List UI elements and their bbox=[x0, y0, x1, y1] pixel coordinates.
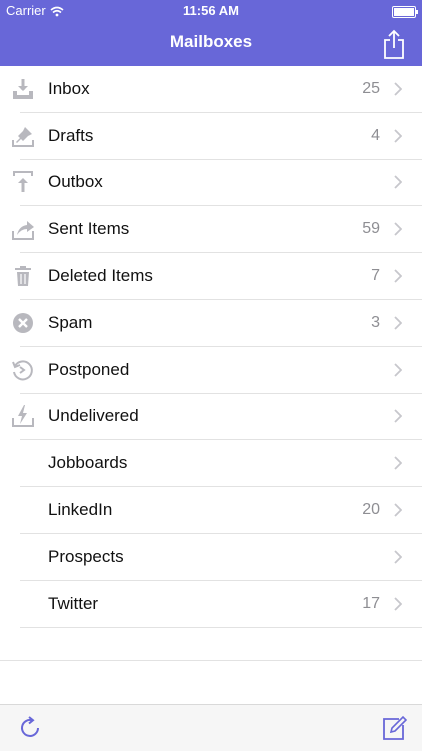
unread-count: 7 bbox=[371, 267, 380, 285]
mailbox-list: Inbox 25 Drafts 4 Outbox Sent Items 59 Deleted … bbox=[0, 66, 422, 628]
mailbox-row-outbox[interactable]: Outbox bbox=[13, 160, 422, 207]
unread-count: 17 bbox=[362, 594, 380, 612]
postponed-clock-icon bbox=[10, 357, 36, 383]
mailbox-row-inbox[interactable]: Inbox 25 bbox=[13, 66, 422, 113]
unread-count: 3 bbox=[371, 313, 380, 331]
chevron-right-icon bbox=[394, 129, 402, 143]
mailbox-label: LinkedIn bbox=[48, 500, 113, 520]
bottom-toolbar bbox=[0, 704, 422, 751]
chevron-right-icon bbox=[394, 409, 402, 424]
chevron-right-icon bbox=[394, 222, 402, 236]
mailbox-label: Postponed bbox=[48, 359, 130, 379]
mailbox-row-drafts[interactable]: Drafts 4 bbox=[12, 113, 422, 160]
mailbox-row-sent-items[interactable]: Sent Items 59 bbox=[12, 206, 422, 254]
inbox-download-icon bbox=[10, 76, 36, 102]
sent-arrow-icon bbox=[10, 216, 36, 242]
mailbox-label: Undelivered bbox=[48, 406, 139, 426]
chevron-right-icon bbox=[394, 550, 402, 564]
mailbox-label: Outbox bbox=[48, 172, 103, 192]
mailbox-row-jobboards[interactable]: Jobboards bbox=[20, 440, 422, 488]
chevron-right-icon bbox=[394, 503, 402, 517]
mailbox-label: Spam bbox=[48, 312, 93, 332]
mailbox-label: Inbox bbox=[48, 78, 90, 98]
unread-count: 59 bbox=[362, 220, 380, 238]
chevron-right-icon bbox=[394, 363, 402, 377]
mailbox-label: Jobboards bbox=[48, 453, 128, 473]
chevron-right-icon bbox=[394, 82, 402, 96]
undelivered-bolt-icon bbox=[10, 403, 36, 429]
spam-x-icon bbox=[10, 310, 36, 336]
mailbox-row-undelivered[interactable]: Undelivered bbox=[12, 394, 422, 441]
outbox-upload-icon bbox=[10, 169, 36, 195]
mailbox-label: Twitter bbox=[48, 593, 99, 613]
chevron-right-icon bbox=[394, 316, 402, 330]
chevron-right-icon bbox=[394, 269, 402, 283]
compose-icon[interactable] bbox=[381, 715, 407, 741]
trash-icon bbox=[10, 263, 36, 289]
chevron-right-icon bbox=[394, 597, 402, 611]
mailbox-row-linkedin[interactable]: LinkedIn 20 bbox=[20, 487, 422, 534]
chevron-right-icon bbox=[394, 456, 402, 470]
unread-count: 25 bbox=[362, 79, 380, 97]
share-icon[interactable] bbox=[382, 28, 406, 60]
mailbox-row-deleted-items[interactable]: Deleted Items 7 bbox=[15, 253, 422, 300]
chevron-right-icon bbox=[394, 175, 402, 190]
mailbox-row-postponed[interactable]: Postponed bbox=[12, 347, 422, 394]
clock: 11:56 AM bbox=[183, 3, 239, 18]
mailbox-row-twitter[interactable]: Twitter 17 bbox=[20, 581, 422, 628]
mailbox-label: Deleted Items bbox=[48, 266, 153, 286]
mailbox-row-spam[interactable]: Spam 3 bbox=[13, 300, 422, 347]
unread-count: 4 bbox=[371, 126, 380, 144]
page-title: Mailboxes bbox=[169, 32, 253, 51]
unread-count: 20 bbox=[362, 501, 380, 519]
mailbox-label: Drafts bbox=[48, 125, 94, 145]
mailbox-label: Sent Items bbox=[48, 219, 130, 239]
list-end-divider bbox=[0, 660, 422, 661]
navigation-bar: Carrier 11:56 AM Mailboxes bbox=[0, 0, 422, 66]
battery-icon bbox=[392, 6, 418, 18]
mailbox-row-prospects[interactable]: Prospects bbox=[20, 534, 422, 581]
mailbox-label: Prospects bbox=[48, 546, 124, 566]
drafts-pin-icon bbox=[10, 123, 36, 149]
status-bar: Carrier 11:56 AM bbox=[0, 0, 422, 22]
refresh-icon[interactable] bbox=[18, 715, 44, 741]
